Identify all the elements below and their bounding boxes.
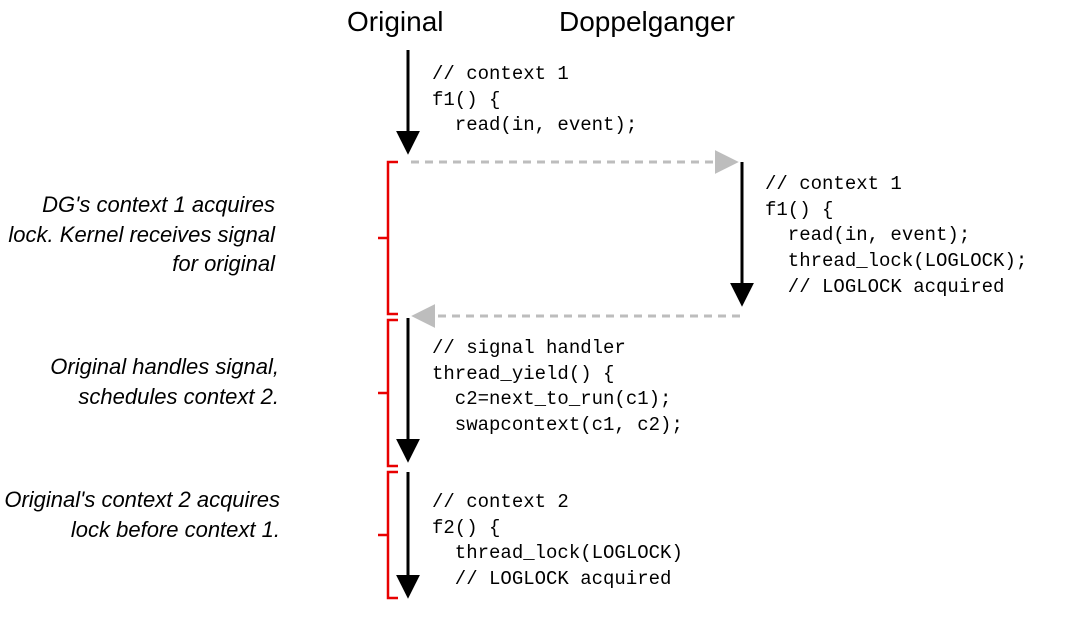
code-signal-handler: // signal handler thread_yield() { c2=ne… xyxy=(432,336,683,439)
annotation-3: Original's context 2 acquires lock befor… xyxy=(0,485,280,544)
code-context2: // context 2 f2() { thread_lock(LOGLOCK)… xyxy=(432,490,683,593)
bracket-2 xyxy=(378,320,398,466)
bracket-3 xyxy=(378,472,398,598)
code-context1-original: // context 1 f1() { read(in, event); xyxy=(432,62,637,139)
bracket-1 xyxy=(378,162,398,314)
code-context1-doppelganger: // context 1 f1() { read(in, event); thr… xyxy=(765,172,1027,300)
annotation-2: Original handles signal, schedules conte… xyxy=(0,352,279,411)
annotation-1: DG's context 1 acquires lock. Kernel rec… xyxy=(0,190,275,279)
heading-original: Original xyxy=(347,6,443,38)
heading-doppelganger: Doppelganger xyxy=(559,6,735,38)
